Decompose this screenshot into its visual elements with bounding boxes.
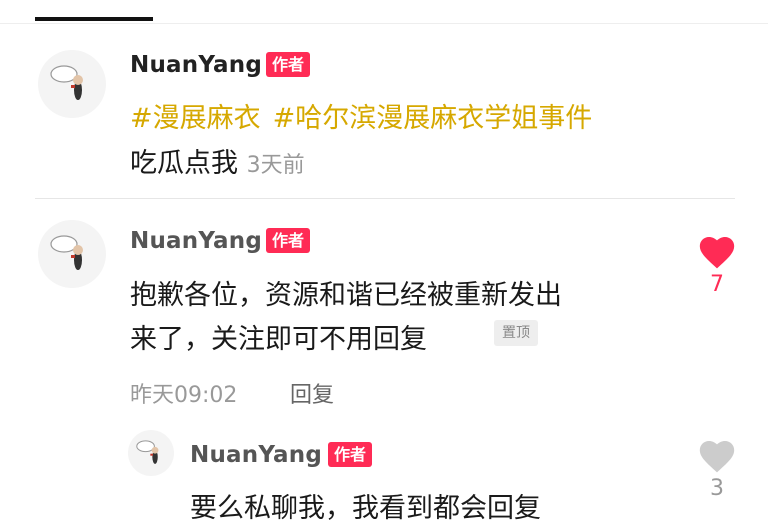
pinned-tag: 置顶 [494, 320, 538, 346]
comment-text-line1: 抱歉各位，资源和谐已经被重新发出 [130, 280, 562, 311]
avatar[interactable] [38, 50, 106, 118]
comment-time: 昨天09:02 [130, 383, 238, 408]
comment-username[interactable]: NuanYang [130, 52, 262, 78]
heart-icon [699, 440, 735, 473]
author-badge: 作者 [328, 442, 373, 467]
heart-icon [699, 236, 735, 269]
hashtag-link[interactable]: #漫展麻衣 [130, 103, 261, 134]
top-divider [0, 23, 768, 24]
comment-username[interactable]: NuanYang [190, 442, 322, 468]
like-count: 3 [710, 476, 724, 501]
author-badge: 作者 [266, 52, 311, 77]
comment-username[interactable]: NuanYang [130, 228, 262, 254]
like-count: 7 [710, 272, 724, 297]
like-button[interactable]: 3 [696, 438, 738, 501]
avatar[interactable] [38, 220, 106, 288]
avatar[interactable] [128, 430, 174, 476]
like-button[interactable]: 7 [696, 234, 738, 297]
reply-button[interactable]: 回复 [290, 377, 334, 409]
comment-body: 吃瓜点我 3天前 [130, 141, 305, 180]
tab-indicator [35, 17, 153, 21]
hashtag-row: #漫展麻衣 #哈尔滨漫展麻衣学姐事件 [130, 96, 604, 135]
hashtag-link[interactable]: #哈尔滨漫展麻衣学姐事件 [273, 103, 593, 134]
author-badge: 作者 [266, 228, 311, 253]
comment-text: 要么私聊我，我看到都会回复 [190, 493, 541, 524]
comment-text-line2: 来了，关注即可不用回复 [130, 324, 427, 355]
comment-text: 吃瓜点我 [130, 148, 238, 179]
comment-time: 3天前 [246, 153, 305, 178]
comment-divider [35, 198, 735, 199]
